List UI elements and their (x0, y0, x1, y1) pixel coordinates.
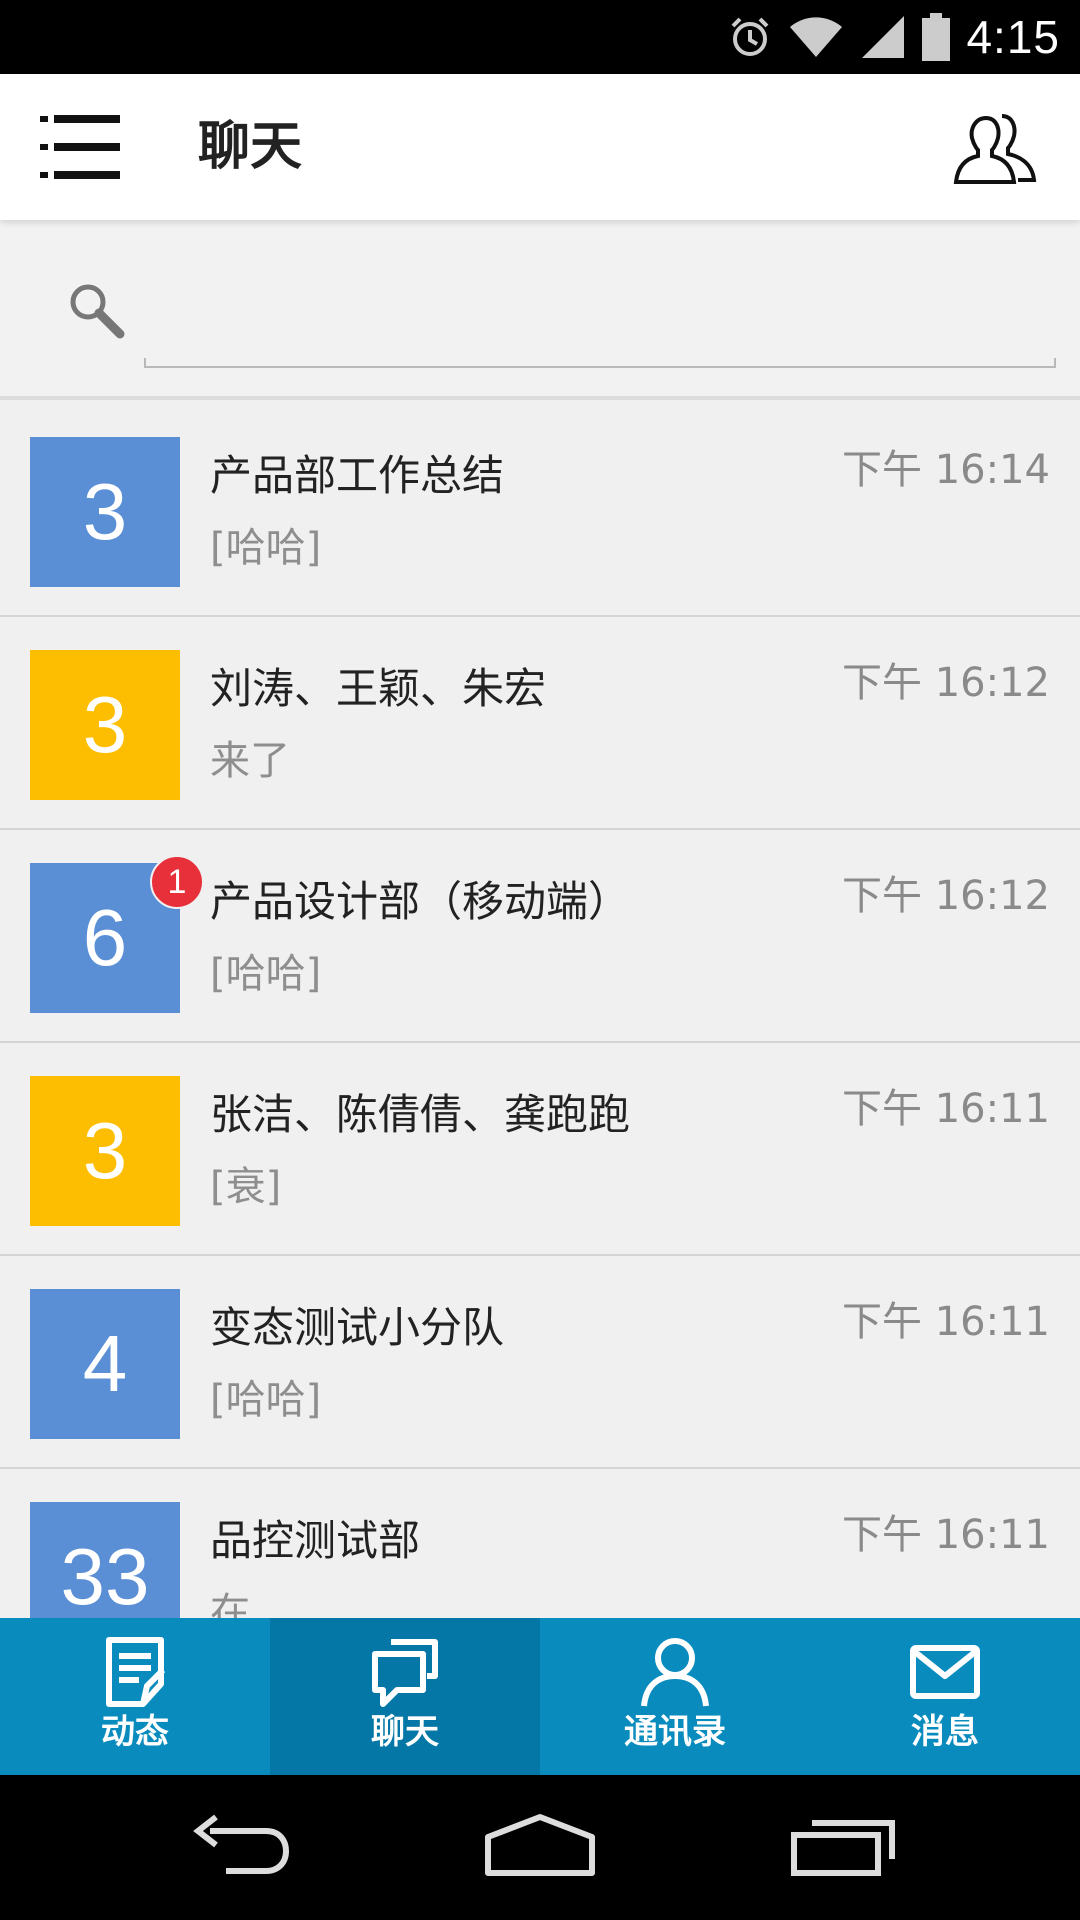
tab-dynamics[interactable]: 动态 (0, 1618, 270, 1775)
chat-item[interactable]: 3 刘涛、王颖、朱宏 来了 下午 16:12 (0, 617, 1080, 830)
signal-icon (862, 16, 905, 58)
avatar-count: 3 (82, 1106, 128, 1195)
search-bar (0, 220, 1080, 400)
unread-badge: 1 (150, 855, 204, 909)
chat-name: 产品设计部（移动端） (210, 877, 631, 926)
chat-avatar: 3 (30, 1076, 180, 1226)
chat-preview: [衰] (210, 1164, 282, 1210)
page-title: 聊天 (198, 117, 303, 177)
chat-time: 下午 16:14 (842, 447, 1050, 493)
avatar-count: 4 (82, 1319, 128, 1408)
tab-messages[interactable]: 消息 (810, 1618, 1080, 1775)
chat-avatar: 3 (30, 650, 180, 800)
search-icon (70, 284, 125, 339)
tab-contacts[interactable]: 通讯录 (540, 1618, 810, 1775)
envelope-icon (910, 1645, 980, 1699)
menu-button[interactable] (40, 114, 128, 182)
chat-item[interactable]: 3 产品部工作总结 [哈哈] 下午 16:14 (0, 404, 1080, 617)
tab-label: 动态 (101, 1712, 169, 1752)
chat-item[interactable]: 6 1 产品设计部（移动端） [哈哈] 下午 16:12 (0, 830, 1080, 1043)
group-icon (953, 114, 1037, 184)
battery-icon (922, 13, 951, 61)
search-underline (144, 358, 1056, 368)
chat-time: 下午 16:11 (842, 1299, 1050, 1345)
tab-chat[interactable]: 聊天 (270, 1618, 540, 1775)
chat-time: 下午 16:12 (842, 660, 1050, 706)
chat-name: 张洁、陈倩倩、龚跑跑 (210, 1090, 631, 1139)
tab-label: 通讯录 (624, 1712, 726, 1752)
recent-apps-icon[interactable] (790, 1811, 896, 1881)
avatar-count: 3 (82, 680, 128, 769)
chat-item[interactable]: 3 张洁、陈倩倩、龚跑跑 [衰] 下午 16:11 (0, 1043, 1080, 1256)
chat-name: 刘涛、王颖、朱宏 (210, 664, 547, 713)
chat-item[interactable]: 4 变态测试小分队 [哈哈] 下午 16:11 (0, 1256, 1080, 1469)
menu-icon (40, 115, 120, 179)
chat-preview: 在 (210, 1590, 250, 1618)
chat-avatar: 3 (30, 437, 180, 587)
chat-time: 下午 16:11 (842, 1086, 1050, 1132)
chat-name: 变态测试小分队 (210, 1303, 505, 1352)
chat-preview: [哈哈] (210, 951, 322, 997)
chat-time: 下午 16:12 (842, 873, 1050, 919)
person-icon (641, 1638, 709, 1707)
status-time: 4:15 (966, 11, 1060, 63)
search-input[interactable] (144, 286, 1056, 358)
group-contacts-button[interactable] (952, 110, 1044, 186)
chat-bubbles-icon (372, 1639, 438, 1707)
chat-time: 下午 16:11 (842, 1512, 1050, 1558)
chat-avatar: 4 (30, 1289, 180, 1439)
chat-preview: 来了 (210, 738, 290, 784)
chat-preview: [哈哈] (210, 525, 322, 571)
wifi-icon (790, 17, 843, 57)
tab-label: 聊天 (371, 1712, 439, 1752)
status-bar: 4:15 (0, 0, 1080, 74)
home-icon[interactable] (484, 1811, 596, 1881)
system-navigation-bar (0, 1775, 1080, 1920)
app-header: 聊天 (0, 74, 1080, 220)
chat-name: 品控测试部 (210, 1516, 421, 1565)
alarm-icon (732, 17, 769, 56)
chat-name: 产品部工作总结 (210, 451, 505, 500)
chat-list: 3 产品部工作总结 [哈哈] 下午 16:14 3 刘涛、王颖、朱宏 来了 下午… (0, 404, 1080, 1618)
avatar-count: 3 (82, 467, 128, 556)
back-icon[interactable] (186, 1811, 292, 1881)
bottom-navigation: 动态 聊天 通讯录 消息 (0, 1618, 1080, 1775)
tab-label: 消息 (911, 1712, 979, 1752)
avatar-count: 6 (82, 893, 128, 982)
avatar-count: 33 (60, 1532, 150, 1618)
chat-item[interactable]: 33 品控测试部 在 下午 16:11 (0, 1469, 1080, 1618)
chat-avatar: 33 (30, 1502, 180, 1618)
note-edit-icon (106, 1637, 166, 1707)
chat-preview: [哈哈] (210, 1377, 322, 1423)
